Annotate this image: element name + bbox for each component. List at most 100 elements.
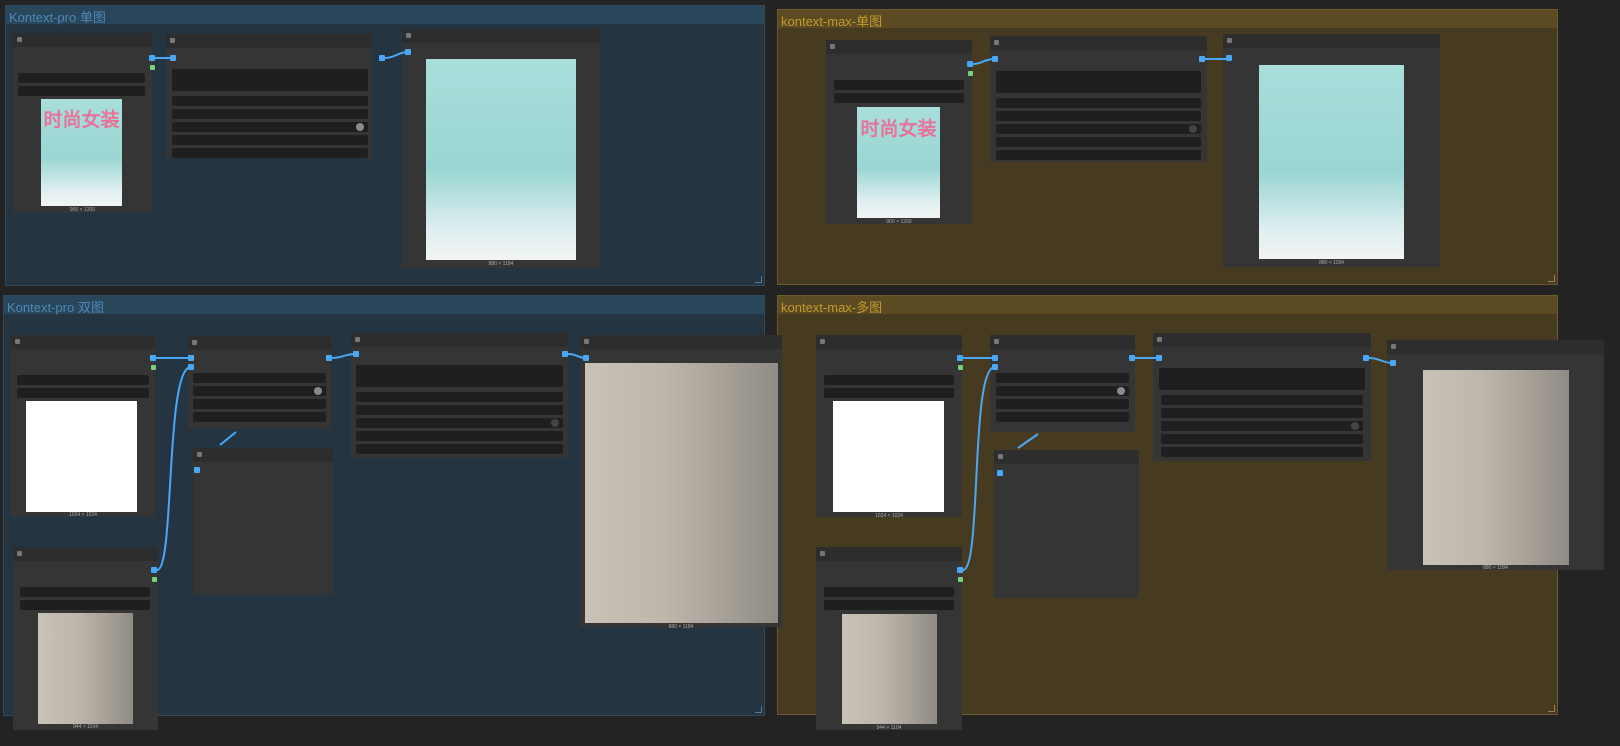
param-widget[interactable] [356, 444, 563, 454]
input-slot[interactable] [992, 56, 998, 62]
node-header[interactable] [994, 450, 1139, 464]
param-widget[interactable] [193, 412, 326, 422]
circle-toggle-icon[interactable] [314, 387, 322, 395]
load-image-node[interactable]: 时尚女装 900 × 1200 [13, 33, 152, 213]
node-header[interactable] [580, 335, 782, 349]
input-slot[interactable] [997, 470, 1003, 476]
collapse-dot-icon[interactable] [1391, 344, 1396, 349]
collapse-dot-icon[interactable] [15, 339, 20, 344]
mask-slot[interactable] [150, 65, 155, 70]
node-header[interactable] [13, 33, 152, 47]
collapse-dot-icon[interactable] [355, 337, 360, 342]
image-select-widget[interactable] [824, 587, 954, 597]
group-title-bar[interactable] [778, 296, 1557, 314]
circle-toggle-icon[interactable] [551, 419, 559, 427]
node-header[interactable] [1153, 333, 1371, 347]
input-slot[interactable] [188, 364, 194, 370]
load-image-node-bag[interactable]: 1024 × 1024 [816, 335, 962, 519]
collapse-dot-icon[interactable] [406, 33, 411, 38]
image-select-widget[interactable] [20, 587, 150, 597]
param-widget[interactable] [1161, 434, 1363, 444]
mask-slot[interactable] [968, 71, 973, 76]
image-stitch-node[interactable] [188, 336, 331, 429]
preview-node-small[interactable] [193, 448, 333, 595]
output-slot[interactable] [326, 355, 332, 361]
input-slot[interactable] [194, 467, 200, 473]
node-header[interactable] [826, 40, 972, 54]
input-slot[interactable] [353, 351, 359, 357]
prompt-textarea[interactable] [356, 365, 563, 387]
mask-slot[interactable] [151, 365, 156, 370]
load-image-node-woman[interactable]: 944 × 1104 [816, 547, 962, 731]
load-image-node[interactable]: 时尚女装 900 × 1200 [826, 40, 972, 225]
node-header[interactable] [166, 34, 372, 48]
kontext-max-node[interactable] [1153, 333, 1371, 461]
input-slot[interactable] [170, 55, 176, 61]
param-widget[interactable] [996, 373, 1129, 383]
group-resize-handle[interactable] [755, 276, 762, 283]
image-select-widget[interactable] [18, 73, 145, 83]
mask-slot[interactable] [152, 577, 157, 582]
param-widget[interactable] [996, 399, 1129, 409]
group-resize-handle[interactable] [1548, 275, 1555, 282]
input-slot[interactable] [1156, 355, 1162, 361]
toggle-widget[interactable] [356, 418, 563, 428]
group-resize-handle[interactable] [755, 706, 762, 713]
node-header[interactable] [990, 335, 1135, 349]
output-slot[interactable] [1129, 355, 1135, 361]
output-slot[interactable] [957, 567, 963, 573]
collapse-dot-icon[interactable] [1227, 38, 1232, 43]
image-select-widget[interactable] [834, 80, 964, 90]
preview-image-node[interactable]: 880 × 1184 [1223, 34, 1440, 267]
collapse-dot-icon[interactable] [994, 40, 999, 45]
collapse-dot-icon[interactable] [192, 340, 197, 345]
upload-widget[interactable] [824, 388, 954, 398]
param-widget[interactable] [193, 373, 326, 383]
preview-image-node[interactable]: 880 × 1184 [580, 335, 782, 630]
image-stitch-node[interactable] [990, 335, 1135, 432]
node-header[interactable] [351, 333, 568, 347]
param-widget[interactable] [356, 431, 563, 441]
circle-toggle-icon[interactable] [1117, 387, 1125, 395]
param-widget[interactable] [172, 96, 368, 106]
toggle-widget[interactable] [1161, 421, 1363, 431]
node-header[interactable] [188, 336, 331, 350]
input-slot[interactable] [992, 364, 998, 370]
node-header[interactable] [402, 29, 600, 43]
upload-widget[interactable] [17, 388, 149, 398]
circle-toggle-icon[interactable] [356, 123, 364, 131]
input-slot[interactable] [1226, 55, 1232, 61]
mask-slot[interactable] [958, 577, 963, 582]
param-widget[interactable] [172, 148, 368, 158]
node-header[interactable] [193, 448, 333, 462]
input-slot[interactable] [1390, 360, 1396, 366]
preview-image-node[interactable]: 880 × 1184 [1387, 340, 1604, 571]
param-widget[interactable] [996, 412, 1129, 422]
input-slot[interactable] [405, 49, 411, 55]
param-widget[interactable] [996, 150, 1201, 160]
param-widget[interactable] [356, 405, 563, 415]
upload-widget[interactable] [834, 93, 964, 103]
group-title-bar[interactable] [778, 10, 1557, 28]
node-header[interactable] [1223, 34, 1440, 48]
output-slot[interactable] [1363, 355, 1369, 361]
image-select-widget[interactable] [17, 375, 149, 385]
group-title-bar[interactable] [4, 296, 764, 314]
output-slot[interactable] [151, 567, 157, 573]
param-widget[interactable] [996, 111, 1201, 121]
output-slot[interactable] [562, 351, 568, 357]
node-header[interactable] [816, 335, 962, 349]
output-slot[interactable] [1199, 56, 1205, 62]
output-slot[interactable] [379, 55, 385, 61]
upload-widget[interactable] [18, 86, 145, 96]
collapse-dot-icon[interactable] [584, 339, 589, 344]
toggle-widget[interactable] [172, 122, 368, 132]
collapse-dot-icon[interactable] [197, 452, 202, 457]
collapse-dot-icon[interactable] [1157, 337, 1162, 342]
param-widget[interactable] [996, 98, 1201, 108]
circle-toggle-icon[interactable] [1351, 422, 1359, 430]
upload-widget[interactable] [824, 600, 954, 610]
collapse-dot-icon[interactable] [820, 339, 825, 344]
node-header[interactable] [13, 547, 158, 561]
mask-slot[interactable] [958, 365, 963, 370]
